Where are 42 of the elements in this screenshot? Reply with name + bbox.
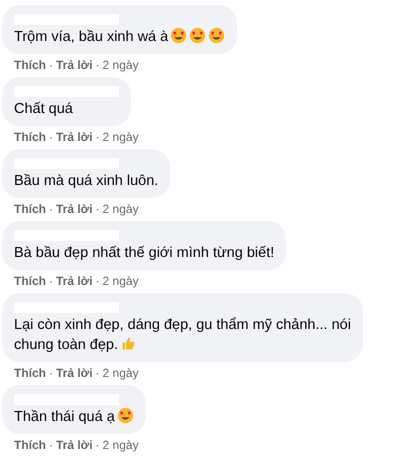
- separator-dot: ·: [49, 58, 53, 72]
- like-link[interactable]: Thích: [14, 130, 46, 144]
- comment-text: Thần thái quá ạ: [14, 409, 115, 425]
- separator-dot: ·: [96, 202, 100, 216]
- separator-dot: ·: [96, 366, 100, 380]
- thumbs-up-emoji-icon: [120, 335, 138, 352]
- reply-link[interactable]: Trả lời: [56, 366, 93, 380]
- like-link[interactable]: Thích: [14, 366, 46, 380]
- separator-dot: ·: [96, 274, 100, 288]
- comment-text: Trộm vía, bầu xinh wá à: [14, 29, 168, 45]
- separator-dot: ·: [49, 438, 53, 452]
- separator-dot: ·: [96, 438, 100, 452]
- reply-link[interactable]: Trả lời: [56, 202, 93, 216]
- heart-eyes-emoji-icon: [170, 27, 188, 44]
- separator-dot: ·: [49, 202, 53, 216]
- reply-link[interactable]: Trả lời: [56, 58, 93, 72]
- comment-text: Chất quá: [14, 101, 73, 117]
- comment-time: 2 ngày: [102, 130, 139, 144]
- like-link[interactable]: Thích: [14, 202, 46, 216]
- like-link[interactable]: Thích: [14, 58, 46, 72]
- comment-text: chung toàn đẹp.: [14, 337, 118, 353]
- heart-eyes-emoji-icon: [116, 407, 134, 424]
- comment-time: 2 ngày: [102, 438, 139, 452]
- like-link[interactable]: Thích: [14, 274, 46, 288]
- separator-dot: ·: [96, 130, 100, 144]
- separator-dot: ·: [49, 366, 53, 380]
- reply-link[interactable]: Trả lời: [56, 274, 93, 288]
- comment-time: 2 ngày: [102, 58, 139, 72]
- comment-time: 2 ngày: [102, 366, 139, 380]
- comment-text: Lại còn xinh đẹp, dáng đẹp, gu thẩm mỹ chảnh... nói: [14, 317, 351, 333]
- comment-text: Bầu mà quá xinh luôn.: [14, 173, 158, 189]
- comment-text: Bà bầu đẹp nhất thế giới mình từng biết!: [14, 245, 274, 261]
- comment-time: 2 ngày: [102, 202, 139, 216]
- heart-eyes-emoji-icon: [189, 27, 206, 44]
- separator-dot: ·: [96, 58, 100, 72]
- heart-eyes-emoji-icon: [208, 27, 226, 44]
- comment-time: 2 ngày: [102, 274, 139, 288]
- reply-link[interactable]: Trả lời: [56, 438, 93, 452]
- reply-link[interactable]: Trả lời: [56, 130, 93, 144]
- separator-dot: ·: [49, 274, 53, 288]
- like-link[interactable]: Thích: [14, 438, 46, 452]
- separator-dot: ·: [49, 130, 53, 144]
